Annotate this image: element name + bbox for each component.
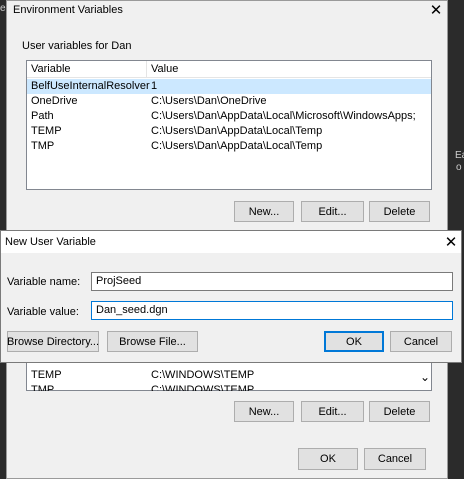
variable-cell: TEMP: [31, 369, 62, 381]
table-row[interactable]: BelfUseInternalResolver 1: [27, 79, 431, 94]
new-user-variable-dialog: New User Variable ✕ Variable name: ProjS…: [0, 230, 462, 363]
table-row[interactable]: TMP C:\Users\Dan\AppData\Local\Temp: [27, 139, 431, 154]
ok-button[interactable]: OK: [298, 448, 358, 470]
value-cell: 1: [151, 80, 158, 92]
system-edit-button[interactable]: Edit...: [301, 401, 364, 422]
variable-cell: Path: [31, 110, 54, 122]
value-cell: C:\Users\Dan\AppData\Local\Microsoft\Win…: [151, 110, 416, 122]
table-row[interactable]: TEMP C:\Users\Dan\AppData\Local\Temp: [27, 124, 431, 139]
value-cell: C:\WINDOWS\TEMP: [151, 384, 255, 391]
value-cell: C:\Users\Dan\OneDrive: [151, 95, 267, 107]
user-edit-button[interactable]: Edit...: [301, 201, 364, 222]
list-header: Variable Value: [27, 61, 431, 78]
variable-cell: TMP: [31, 140, 55, 152]
table-row[interactable]: OneDrive C:\Users\Dan\OneDrive: [27, 94, 431, 109]
close-icon[interactable]: ✕: [442, 235, 460, 251]
variable-name-input[interactable]: ProjSeed: [91, 272, 453, 291]
user-variables-label: User variables for Dan: [22, 40, 132, 52]
ok-button[interactable]: OK: [324, 331, 384, 352]
value-cell: C:\Users\Dan\AppData\Local\Temp: [151, 140, 323, 152]
variable-value-input[interactable]: Dan_seed.dgn: [91, 301, 453, 320]
variable-cell: TEMP: [31, 125, 62, 137]
background-edge-text: Ea: [455, 150, 464, 161]
scroll-down-icon[interactable]: ⌄: [418, 371, 432, 388]
table-row[interactable]: Path C:\Users\Dan\AppData\Local\Microsof…: [27, 109, 431, 124]
dialog-title: New User Variable: [5, 236, 96, 248]
column-header-value[interactable]: Value: [151, 63, 178, 75]
column-divider[interactable]: [146, 61, 147, 78]
cancel-button[interactable]: Cancel: [390, 331, 452, 352]
user-new-button[interactable]: New...: [234, 201, 294, 222]
browse-file-button[interactable]: Browse File...: [107, 331, 198, 352]
variable-cell: BelfUseInternalResolver: [31, 80, 150, 92]
table-row[interactable]: TMP C:\WINDOWS\TEMP: [27, 383, 431, 391]
dialog-title: Environment Variables: [13, 4, 123, 16]
system-delete-button[interactable]: Delete: [369, 401, 430, 422]
variable-cell: OneDrive: [31, 95, 78, 107]
browse-directory-button[interactable]: Browse Directory...: [7, 331, 99, 352]
table-row[interactable]: TEMP C:\WINDOWS\TEMP: [27, 368, 431, 383]
user-delete-button[interactable]: Delete: [369, 201, 430, 222]
value-cell: C:\WINDOWS\TEMP: [151, 369, 255, 381]
cancel-button[interactable]: Cancel: [364, 448, 426, 470]
system-new-button[interactable]: New...: [234, 401, 294, 422]
variable-value-label: Variable value:: [7, 306, 79, 318]
variable-name-label: Variable name:: [7, 276, 81, 288]
close-icon[interactable]: ✕: [427, 3, 445, 19]
variable-cell: TMP: [31, 384, 55, 391]
column-header-variable[interactable]: Variable: [31, 63, 71, 75]
background-edge-text: o: [456, 162, 462, 173]
user-variables-list[interactable]: Variable Value BelfUseInternalResolver 1…: [26, 60, 432, 190]
value-cell: C:\Users\Dan\AppData\Local\Temp: [151, 125, 323, 137]
